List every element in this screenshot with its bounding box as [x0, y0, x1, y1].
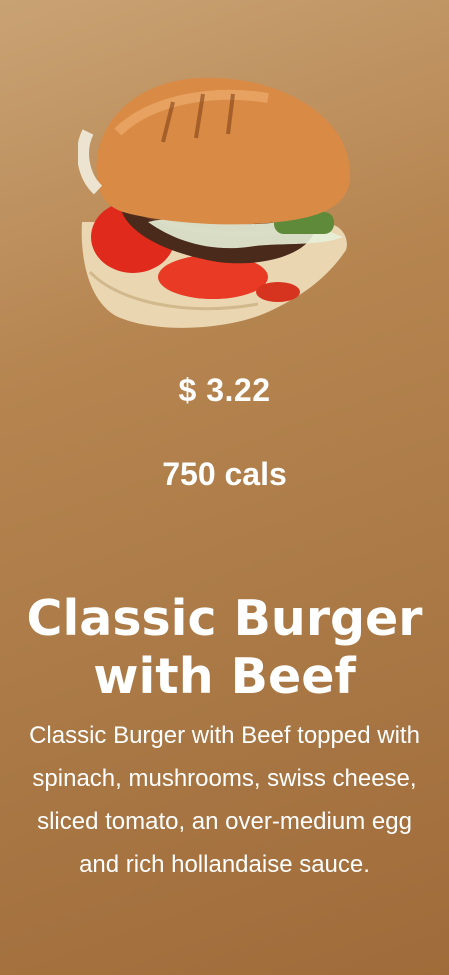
burger-illustration [77, 77, 351, 328]
calories-label: 750 cals [162, 456, 287, 492]
product-description: Classic Burger with Beef topped with spi… [29, 722, 420, 878]
price-label: $ 3.22 [178, 372, 271, 408]
product-title: Classic Burger with Beef [26, 590, 423, 705]
burger-image [77, 72, 352, 334]
